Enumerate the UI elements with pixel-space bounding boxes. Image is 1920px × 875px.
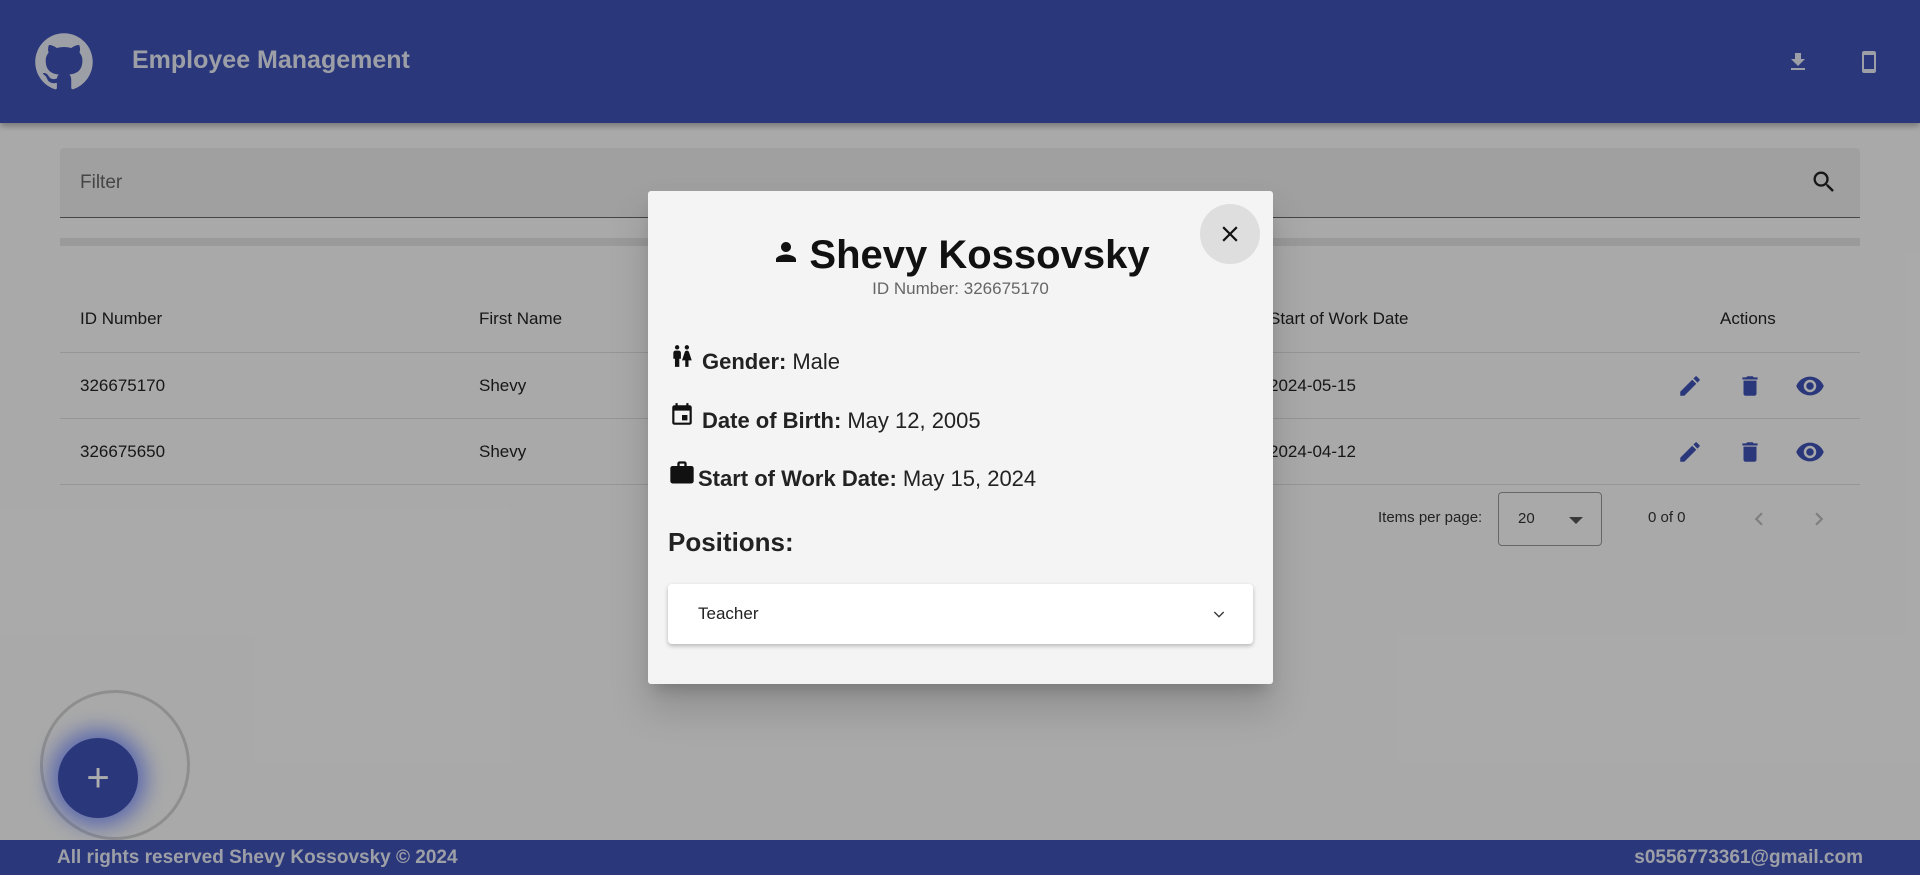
- dob-value: May 12, 2005: [847, 408, 981, 433]
- start-date-label: Start of Work Date:: [698, 466, 897, 491]
- employee-id-number: ID Number: 326675170: [872, 279, 1049, 298]
- wc-icon: [668, 342, 696, 370]
- gender-label: Gender:: [702, 349, 787, 374]
- position-expansion-panel[interactable]: Teacher: [668, 584, 1253, 644]
- date-of-birth-row: Date of Birth: May 12, 2005: [668, 403, 981, 435]
- calendar-icon: [668, 401, 696, 429]
- gender-value: Male: [792, 349, 841, 374]
- gender-row: Gender: Male: [668, 345, 841, 376]
- start-date-value: May 15, 2024: [902, 466, 1037, 491]
- employee-details-dialog: Shevy Kossovsky ID Number: 326675170 Gen…: [648, 191, 1273, 684]
- position-title: Teacher: [698, 604, 759, 623]
- employee-name-row: Shevy Kossovsky: [648, 233, 1273, 278]
- positions-title: Positions:: [668, 527, 794, 557]
- start-date-row: Start of Work Date: May 15, 2024: [668, 461, 1037, 493]
- briefcase-icon: [668, 459, 696, 487]
- employee-name: Shevy Kossovsky: [809, 233, 1150, 277]
- chevron-down-icon: [1213, 611, 1225, 618]
- dob-label: Date of Birth:: [702, 408, 842, 433]
- person-icon: [776, 241, 797, 262]
